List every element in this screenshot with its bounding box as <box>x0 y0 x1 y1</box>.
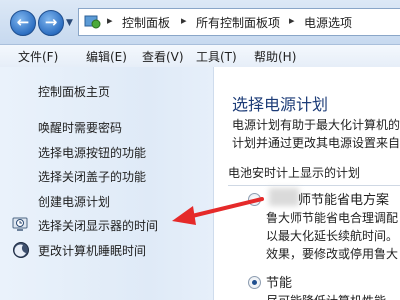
arrow-right-icon: → <box>44 13 58 31</box>
breadcrumb-separator-icon[interactable]: ▸ <box>107 14 113 27</box>
page-description-line: 电源计划有助于最大化计算机的 <box>232 118 400 132</box>
arrow-left-icon: ← <box>16 13 30 31</box>
plan-group-header: 电池安时计上显示的计划 <box>228 166 361 180</box>
breadcrumb-separator-icon[interactable]: ▸ <box>181 14 187 27</box>
blurred-plan-prefix <box>269 188 299 206</box>
plan-name-ludashi[interactable]: 师节能省电方案 <box>298 189 389 208</box>
page-description-line: 计划并通过更改其电源设置来自 <box>232 136 400 150</box>
breadcrumb[interactable]: ▸ 控制面板 ▸ 所有控制面板项 ▸ 电源选项 <box>78 8 400 36</box>
plan-description-line: 尽可能降低计算机性能 <box>266 292 386 300</box>
moon-icon <box>13 242 29 258</box>
menu-bar: 文件(F) 编辑(E) 查看(V) 工具(T) 帮助(H) <box>0 45 400 68</box>
address-bar: ← → ▼ ▸ 控制面板 ▸ 所有控制面板项 ▸ 电源选项 <box>0 0 400 45</box>
plan-name-power-saver[interactable]: 节能 <box>266 272 292 291</box>
breadcrumb-all-items[interactable]: 所有控制面板项 <box>196 14 280 31</box>
page-title: 选择电源计划 <box>232 95 329 114</box>
plan-description-line: 效果，要修改或停用鲁大 <box>266 247 399 261</box>
menu-view[interactable]: 查看(V) <box>142 48 184 65</box>
plan-description-line: 以最大化延长续航时间。 <box>266 229 399 243</box>
sidebar-item-display-off-time[interactable]: 选择关闭显示器的时间 <box>38 217 158 234</box>
menu-help[interactable]: 帮助(H) <box>254 48 296 65</box>
group-divider <box>228 185 400 186</box>
control-panel-icon <box>84 15 101 29</box>
breadcrumb-control-panel[interactable]: 控制面板 <box>122 14 170 31</box>
task-pane: 控制面板主页 唤醒时需要密码 选择电源按钮的功能 选择关闭盖子的功能 创建电源计… <box>0 67 214 300</box>
history-dropdown-icon[interactable]: ▼ <box>66 18 73 28</box>
menu-edit[interactable]: 编辑(E) <box>86 48 127 65</box>
monitor-clock-icon <box>12 217 28 231</box>
breadcrumb-power-options[interactable]: 电源选项 <box>304 14 352 31</box>
sidebar-item-close-lid[interactable]: 选择关闭盖子的功能 <box>38 168 146 185</box>
sidebar-item-create-plan[interactable]: 创建电源计划 <box>38 193 110 210</box>
control-panel-home-link[interactable]: 控制面板主页 <box>38 83 110 100</box>
back-button[interactable]: ← <box>10 10 36 36</box>
menu-file[interactable]: 文件(F) <box>18 48 58 65</box>
sidebar-item-sleep-time[interactable]: 更改计算机睡眠时间 <box>38 242 146 259</box>
plan-radio-power-saver[interactable] <box>248 276 261 289</box>
sidebar-item-wake-password[interactable]: 唤醒时需要密码 <box>38 119 122 136</box>
forward-button[interactable]: → <box>38 10 64 36</box>
plan-description-line: 鲁大师节能省电合理调配 <box>266 211 399 225</box>
breadcrumb-separator-icon[interactable]: ▸ <box>289 14 295 27</box>
plan-radio-ludashi[interactable] <box>248 193 261 206</box>
main-content: 选择电源计划 电源计划有助于最大化计算机的 计划并通过更改其电源设置来自 电池安… <box>214 67 400 300</box>
sidebar-item-power-button[interactable]: 选择电源按钮的功能 <box>38 144 146 161</box>
menu-tools[interactable]: 工具(T) <box>196 48 237 65</box>
